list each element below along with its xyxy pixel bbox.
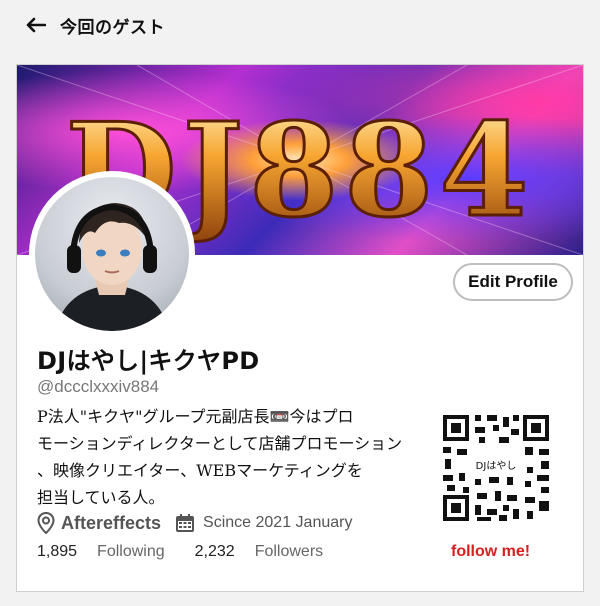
profile-name: DJはやし|キクヤPD <box>37 347 260 375</box>
calendar-icon <box>176 514 195 532</box>
followers-count[interactable]: 2,232 <box>195 543 235 561</box>
top-bar: 今回のゲスト <box>0 0 600 50</box>
profile-stats: 1,895 Following 2,232 Followers <box>37 543 323 561</box>
following-count[interactable]: 1,895 <box>37 543 77 561</box>
avatar-portrait <box>55 203 169 331</box>
edit-profile-button[interactable]: Edit Profile <box>453 263 573 301</box>
followers-label[interactable]: Followers <box>255 543 323 561</box>
profile-handle: @dccclxxxiv884 <box>37 377 160 396</box>
follow-me-label: follow me! <box>451 543 531 560</box>
qr-center-label: DJはやし <box>468 458 524 476</box>
location-pin-icon <box>37 512 55 534</box>
page-title: 今回のゲスト <box>60 17 165 38</box>
profile-card: DJ884 Edit Profile DJはやし|キクヤPD @dccclxxx… <box>16 64 584 592</box>
profile-bio: P法人"キクヤ"グループ元副店長📼今はプロ モーションディレクターとして店舗プロ… <box>37 407 403 507</box>
arrow-left-icon[interactable] <box>26 17 46 33</box>
avatar[interactable] <box>29 171 195 337</box>
location-label: Aftereffects <box>61 512 162 533</box>
joined-date: Scince 2021 January <box>203 514 353 531</box>
profile-meta: Aftereffects Scince 2021 January <box>37 511 352 535</box>
following-label[interactable]: Following <box>97 543 165 561</box>
